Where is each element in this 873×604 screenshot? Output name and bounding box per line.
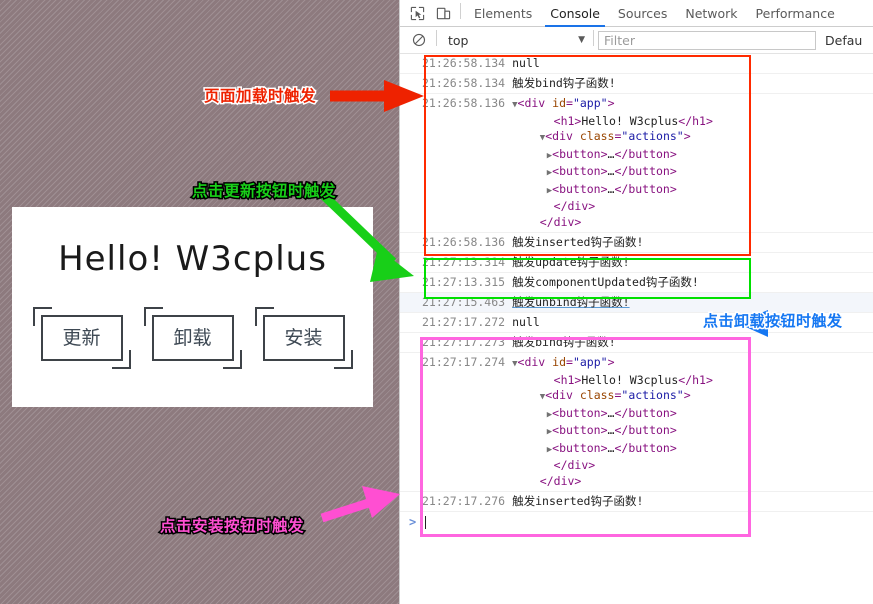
console-log-list: 21:26:58.134 null 21:26:58.134 触发bind钩子函… bbox=[400, 54, 873, 532]
annotation-uninstall-click: 点击卸载按钮时触发 bbox=[702, 311, 844, 332]
log-message: 触发bind钩子函数! bbox=[512, 76, 616, 90]
uninstall-button[interactable]: 卸载 bbox=[151, 315, 234, 361]
execution-context-value: top bbox=[448, 32, 469, 48]
log-row-dom[interactable]: 21:27:17.274 ▼<div id="app"> <h1>Hello! … bbox=[400, 353, 873, 492]
install-button[interactable]: 安装 bbox=[262, 315, 345, 361]
annotation-page-load: 页面加载时触发 bbox=[202, 86, 317, 107]
log-timestamp: 21:26:58.134 bbox=[422, 56, 506, 70]
console-filter-bar: top ▼ Defau bbox=[400, 27, 873, 54]
log-message: 触发unbind钩子函数! bbox=[512, 295, 630, 309]
update-button[interactable]: 更新 bbox=[40, 315, 123, 361]
log-timestamp: 21:26:58.136 bbox=[422, 235, 506, 249]
log-message: null bbox=[512, 315, 540, 329]
install-button-wrap: 安装 bbox=[254, 307, 353, 369]
log-message: 触发inserted钩子函数! bbox=[512, 494, 644, 508]
log-row-dom[interactable]: 21:26:58.136 ▼<div id="app"> <h1>Hello! … bbox=[400, 94, 873, 233]
log-message: 触发bind钩子函数! bbox=[512, 335, 616, 349]
devtools-panel: Elements Console Sources Network Perform… bbox=[399, 0, 873, 604]
dom-line-h1: <h1>Hello! W3cplus</h1> bbox=[553, 372, 713, 387]
log-timestamp: 21:27:15.463 bbox=[422, 295, 506, 309]
log-timestamp: 21:27:13.314 bbox=[422, 255, 506, 269]
clear-console-icon[interactable] bbox=[406, 27, 432, 53]
dom-line-button[interactable]: ▶<button>…</button> bbox=[512, 441, 713, 459]
console-prompt[interactable]: > bbox=[400, 512, 873, 532]
tab-console[interactable]: Console bbox=[541, 4, 609, 27]
dom-line-actions-open[interactable]: ▼<div class="actions"> bbox=[512, 129, 713, 147]
dom-line-close-inner: </div> bbox=[553, 458, 596, 472]
page-title: Hello! W3cplus bbox=[58, 239, 327, 279]
filterbar-divider-2 bbox=[593, 30, 594, 46]
device-toolbar-icon[interactable] bbox=[430, 0, 456, 26]
devtools-tabbar: Elements Console Sources Network Perform… bbox=[400, 0, 873, 27]
tab-performance[interactable]: Performance bbox=[747, 4, 844, 26]
log-timestamp: 21:26:58.134 bbox=[422, 76, 506, 90]
dom-line-button[interactable]: ▶<button>…</button> bbox=[512, 147, 713, 165]
log-timestamp: 21:27:13.315 bbox=[422, 275, 506, 289]
dom-line-root-open[interactable]: ▼<div id="app"> bbox=[512, 355, 713, 373]
log-timestamp: 21:27:17.274 bbox=[422, 355, 506, 369]
execution-context-select[interactable]: top ▼ bbox=[441, 31, 589, 50]
log-row[interactable]: 21:26:58.134 触发bind钩子函数! bbox=[400, 74, 873, 94]
app-card: Hello! W3cplus 更新 卸载 安装 bbox=[12, 207, 373, 407]
annotation-install-click: 点击安装按钮时触发 bbox=[158, 516, 305, 537]
dom-line-close-root: </div> bbox=[539, 473, 582, 488]
tab-network[interactable]: Network bbox=[676, 4, 746, 26]
dom-line-button[interactable]: ▶<button>…</button> bbox=[512, 164, 713, 182]
log-message: 触发update钩子函数! bbox=[512, 255, 630, 269]
prompt-caret-icon: > bbox=[409, 515, 417, 529]
log-message: 触发componentUpdated钩子函数! bbox=[512, 275, 699, 289]
annotation-update-click: 点击更新按钮时触发 bbox=[190, 181, 337, 202]
dom-tree-snippet: ▼<div id="app"> <h1>Hello! W3cplus</h1> … bbox=[512, 355, 713, 489]
log-message: null bbox=[512, 56, 540, 70]
dom-tree-snippet: ▼<div id="app"> <h1>Hello! W3cplus</h1> … bbox=[512, 96, 713, 230]
log-timestamp: 21:27:17.272 bbox=[422, 315, 506, 329]
actions-group: 更新 卸载 安装 bbox=[12, 307, 373, 369]
dom-line-button[interactable]: ▶<button>…</button> bbox=[512, 182, 713, 200]
log-levels-label[interactable]: Defau bbox=[825, 33, 862, 48]
log-row[interactable]: 21:26:58.134 null bbox=[400, 54, 873, 74]
inspect-element-icon[interactable] bbox=[404, 0, 430, 26]
log-timestamp: 21:27:17.276 bbox=[422, 494, 506, 508]
dom-line-close-inner: </div> bbox=[553, 199, 596, 213]
toolbar-divider bbox=[460, 3, 461, 19]
dom-line-root-open[interactable]: ▼<div id="app"> bbox=[512, 96, 713, 114]
dom-line-button[interactable]: ▶<button>…</button> bbox=[512, 406, 713, 424]
update-button-wrap: 更新 bbox=[32, 307, 131, 369]
log-row[interactable]: 21:27:17.273 触发bind钩子函数! bbox=[400, 333, 873, 353]
log-timestamp: 21:26:58.136 bbox=[422, 96, 506, 110]
tab-elements[interactable]: Elements bbox=[465, 4, 541, 26]
dom-line-close-root: </div> bbox=[539, 214, 582, 229]
dom-line-h1: <h1>Hello! W3cplus</h1> bbox=[553, 113, 713, 128]
dom-line-button[interactable]: ▶<button>…</button> bbox=[512, 423, 713, 441]
log-row[interactable]: 21:27:13.314 触发update钩子函数! bbox=[400, 253, 873, 273]
tab-sources[interactable]: Sources bbox=[609, 4, 676, 26]
dom-line-actions-open[interactable]: ▼<div class="actions"> bbox=[512, 388, 713, 406]
log-row[interactable]: 21:27:13.315 触发componentUpdated钩子函数! bbox=[400, 273, 873, 293]
log-row[interactable]: 21:27:17.276 触发inserted钩子函数! bbox=[400, 492, 873, 512]
filter-input[interactable] bbox=[598, 30, 816, 50]
log-timestamp: 21:27:17.273 bbox=[422, 335, 506, 349]
log-message: 触发inserted钩子函数! bbox=[512, 235, 644, 249]
chevron-down-icon: ▼ bbox=[578, 35, 585, 45]
uninstall-button-wrap: 卸载 bbox=[143, 307, 242, 369]
log-row[interactable]: 21:26:58.136 触发inserted钩子函数! bbox=[400, 233, 873, 253]
filterbar-divider bbox=[436, 30, 437, 46]
text-cursor bbox=[425, 515, 427, 529]
